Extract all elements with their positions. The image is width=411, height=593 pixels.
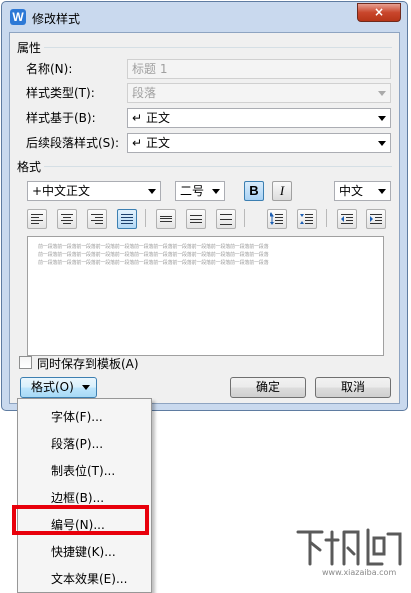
cancel-button[interactable]: 取消 (315, 377, 391, 398)
line-spacing-single-icon[interactable] (156, 209, 176, 229)
paragraph-toolbar (27, 209, 387, 229)
font-select[interactable]: +中文正文 (27, 181, 161, 201)
chevron-down-icon (378, 91, 386, 96)
chevron-down-icon (378, 189, 386, 194)
increase-paragraph-spacing-icon[interactable] (267, 209, 287, 229)
save-to-template-checkbox[interactable] (19, 356, 32, 369)
format-divider (17, 166, 392, 167)
menu-item-paragraph[interactable]: 段落(P)... (51, 435, 103, 452)
chevron-down-icon (378, 141, 386, 146)
dialog-client-area: 属性 名称(N): 标题 1 样式类型(T): 段落 样式基于(B): ↵ 正文 … (9, 32, 400, 404)
wps-writer-icon: W (10, 9, 26, 25)
chevron-down-icon (148, 189, 156, 194)
based-on-label: 样式基于(B): (26, 111, 96, 125)
paragraph-mark-icon: ↵ (132, 111, 143, 125)
toolbar-separator (145, 209, 146, 227)
bold-button[interactable]: B (244, 181, 264, 201)
menu-item-shortcut-key[interactable]: 快捷键(K)... (51, 543, 116, 560)
properties-divider (17, 47, 392, 48)
format-section-label: 格式 (17, 158, 45, 175)
font-size-select[interactable]: 二号 (175, 181, 225, 201)
save-to-template-label[interactable]: 同时保存到模板(A) (37, 355, 139, 372)
modify-style-dialog: W 修改样式 × 属性 名称(N): 标题 1 样式类型(T): 段落 样式基于… (1, 1, 408, 411)
following-style-select[interactable]: ↵ 正文 (127, 133, 391, 153)
chevron-down-icon (212, 189, 220, 194)
menu-item-tabs[interactable]: 制表位(T)... (51, 462, 115, 479)
based-on-select[interactable]: ↵ 正文 (127, 108, 391, 128)
preview-line: 前一段落前一段落前一段落前一段落前一段落前一段落前一段落前一段落前一段落前一段落… (38, 260, 269, 266)
align-right-icon[interactable] (87, 209, 107, 229)
line-spacing-double-icon[interactable] (216, 209, 236, 229)
highlight-box (12, 505, 149, 535)
font-value: +中文正文 (32, 184, 91, 198)
justify-icon[interactable] (117, 209, 137, 229)
toolbar-separator (326, 209, 327, 227)
following-style-label: 后续段落样式(S): (26, 136, 120, 150)
close-icon: × (373, 5, 385, 19)
format-dropdown-button[interactable]: 格式(O) (20, 377, 97, 398)
script-select[interactable]: 中文 (334, 181, 391, 201)
style-type-label: 样式类型(T): (26, 86, 95, 100)
paragraph-mark-icon: ↵ (132, 136, 143, 150)
chevron-down-icon (82, 385, 90, 390)
title-bar[interactable]: W 修改样式 × (2, 2, 407, 32)
toolbar-separator (244, 209, 245, 227)
script-value: 中文 (339, 184, 364, 198)
chevron-down-icon (378, 116, 386, 121)
name-label: 名称(N): (26, 62, 73, 76)
style-type-value: 段落 (132, 86, 157, 100)
format-button-label: 格式(O) (31, 380, 74, 394)
align-center-icon[interactable] (57, 209, 77, 229)
menu-item-border[interactable]: 边框(B)... (51, 489, 104, 506)
increase-indent-icon[interactable] (366, 209, 386, 229)
style-type-select[interactable]: 段落 (127, 83, 391, 103)
preview-line: 前一段落前一段落前一段落前一段落前一段落前一段落前一段落前一段落前一段落前一段落… (38, 252, 269, 258)
font-size-value: 二号 (180, 184, 205, 198)
name-field[interactable]: 标题 1 (127, 59, 391, 79)
ok-button[interactable]: 确定 (230, 377, 306, 398)
dialog-title: 修改样式 (32, 12, 81, 26)
watermark-logo: www.xiazaiba.com (292, 524, 404, 584)
line-spacing-1-5-icon[interactable] (186, 209, 206, 229)
following-style-value: 正文 (146, 136, 171, 150)
decrease-indent-icon[interactable] (337, 209, 357, 229)
menu-item-font[interactable]: 字体(F)... (51, 408, 103, 425)
menu-item-text-effects[interactable]: 文本效果(E)... (51, 570, 127, 587)
watermark-url: www.xiazaiba.com (322, 568, 397, 577)
italic-button[interactable]: I (272, 181, 292, 201)
format-menu: 字体(F)... 段落(P)... 制表位(T)... 边框(B)... 编号(… (17, 398, 152, 593)
close-button[interactable]: × (357, 3, 401, 22)
properties-section-label: 属性 (17, 39, 45, 56)
align-left-icon[interactable] (27, 209, 47, 229)
preview-line: 前一段落前一段落前一段落前一段落前一段落前一段落前一段落前一段落前一段落前一段落… (38, 244, 269, 250)
based-on-value: 正文 (146, 111, 171, 125)
style-preview: 前一段落前一段落前一段落前一段落前一段落前一段落前一段落前一段落前一段落前一段落… (27, 236, 384, 356)
decrease-paragraph-spacing-icon[interactable] (297, 209, 317, 229)
